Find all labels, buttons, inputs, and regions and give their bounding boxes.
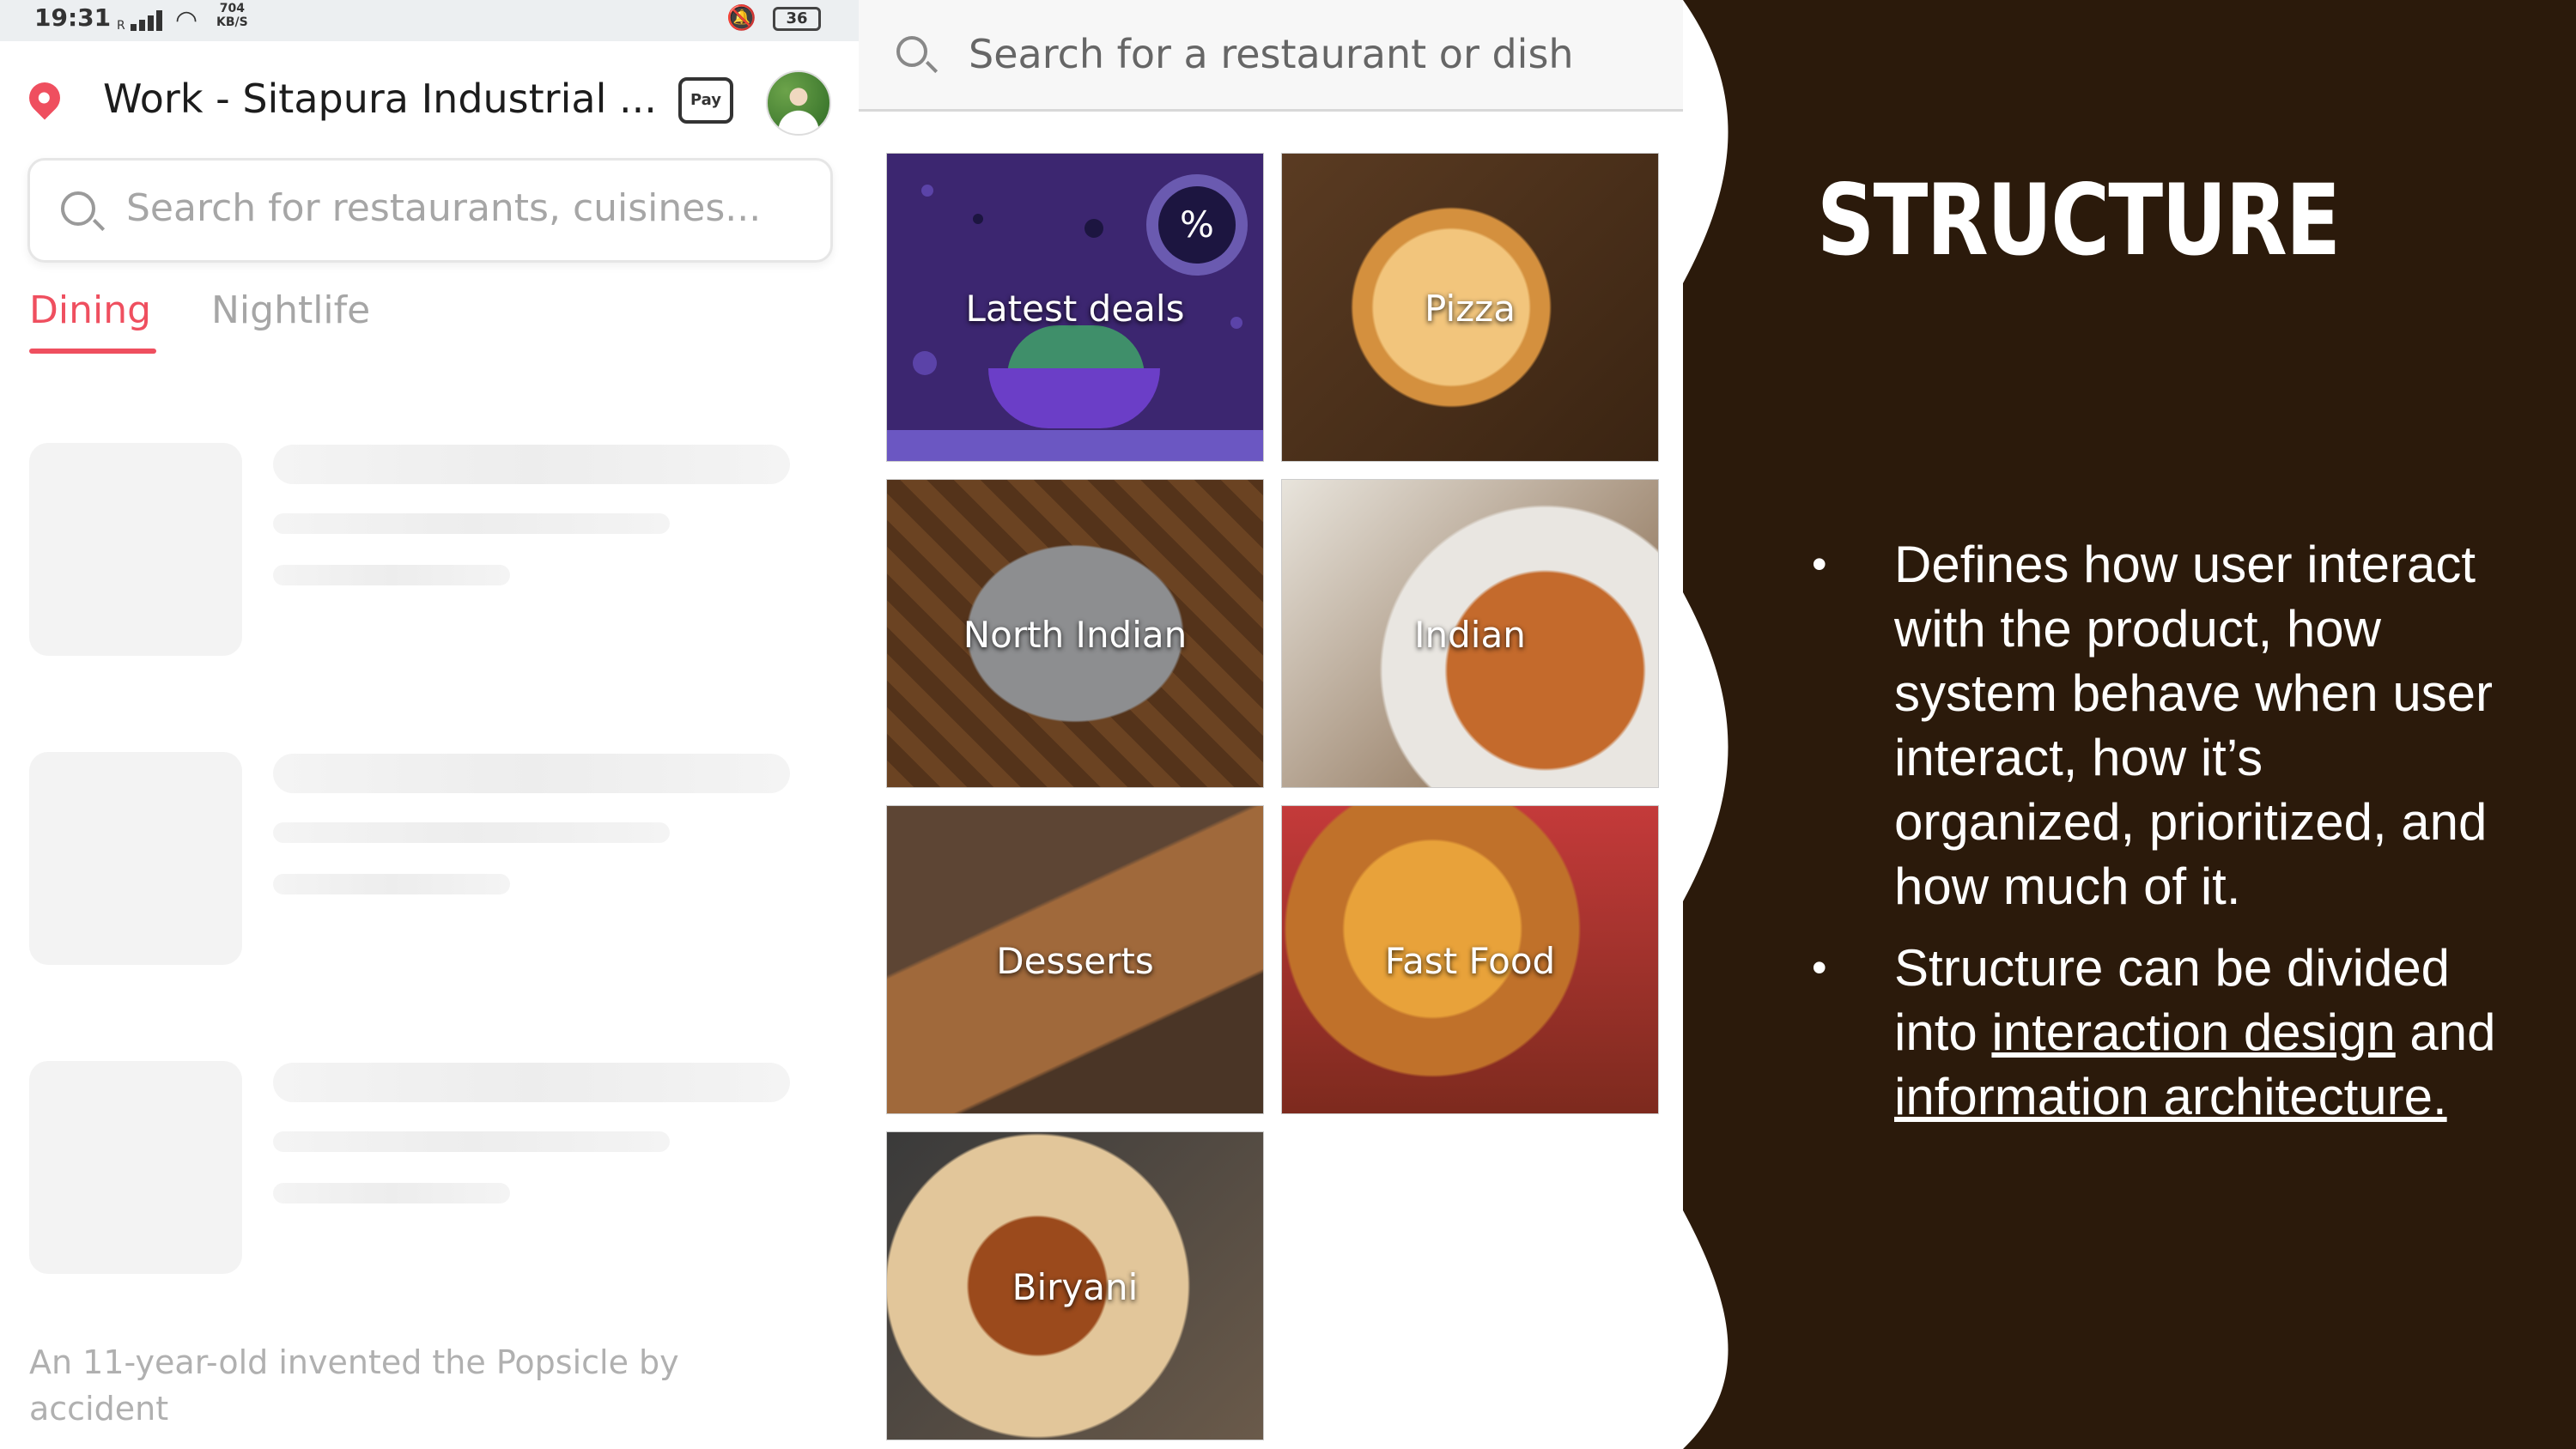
category-indian[interactable]: Indian — [1281, 479, 1659, 788]
skeleton-image — [29, 1061, 242, 1274]
category-label: Latest deals — [965, 288, 1185, 330]
skeleton-line — [273, 874, 510, 894]
search-icon — [896, 36, 927, 67]
skeleton-line — [273, 565, 510, 585]
status-bar: 19:31 R ◠ 704 KB/S 🔕 36 — [0, 0, 859, 41]
bullet-item: • Structure can be divided into interact… — [1812, 936, 2516, 1129]
tab-dining[interactable]: Dining — [29, 288, 151, 332]
skeleton-line — [273, 1183, 510, 1203]
discount-percent-icon: % — [1146, 174, 1248, 276]
skeleton-line — [273, 1063, 790, 1102]
slide-bullets: • Defines how user interact with the pro… — [1812, 532, 2516, 1146]
category-label: Biryani — [1012, 1266, 1139, 1308]
pay-icon[interactable]: Pay — [678, 77, 733, 124]
dish-search-input[interactable]: Search for a restaurant or dish — [859, 0, 1683, 112]
skeleton-line — [273, 822, 670, 843]
search-placeholder: Search for restaurants, cuisines... — [126, 186, 762, 230]
category-pizza[interactable]: Pizza — [1281, 153, 1659, 462]
bullet-item: • Defines how user interact with the pro… — [1812, 532, 2516, 919]
wifi-icon: ◠ — [175, 5, 198, 35]
category-label: Desserts — [996, 940, 1154, 982]
status-time: 19:31 — [34, 3, 112, 32]
tile-footer-strip — [887, 430, 1263, 461]
mute-icon: 🔕 — [726, 3, 756, 32]
category-north-indian[interactable]: North Indian — [886, 479, 1264, 788]
location-pin-icon — [22, 76, 67, 120]
slide-title: STRUCTURE — [1817, 163, 2341, 277]
wavy-edge — [1683, 0, 1728, 1449]
category-desserts[interactable]: Desserts — [886, 805, 1264, 1114]
bullet-text: and — [2409, 1003, 2496, 1061]
interaction-design-link[interactable]: interaction design — [1991, 1003, 2395, 1061]
avatar[interactable] — [766, 70, 831, 136]
skeleton-line — [273, 445, 790, 484]
category-biryani[interactable]: Biryani — [886, 1131, 1264, 1440]
mobile-app-screen: 19:31 R ◠ 704 KB/S 🔕 36 Work - Sitapura I… — [0, 0, 859, 1449]
search-icon — [61, 191, 95, 226]
bowl-illustration — [988, 368, 1160, 428]
skeleton-image — [29, 752, 242, 965]
skeleton-line — [273, 513, 670, 534]
battery-icon: 36 — [773, 7, 821, 31]
category-label: North Indian — [963, 614, 1188, 656]
network-speed: 704 KB/S — [216, 2, 248, 29]
bullet-point: • — [1812, 943, 1827, 991]
location-selector[interactable]: Work - Sitapura Industrial ... — [103, 76, 657, 122]
search-placeholder: Search for a restaurant or dish — [969, 31, 1574, 77]
active-tab-indicator — [29, 349, 156, 354]
skeleton-line — [273, 1131, 670, 1152]
category-fast-food[interactable]: Fast Food — [1281, 805, 1659, 1114]
slide-panel: STRUCTURE • Defines how user interact wi… — [1683, 0, 2576, 1449]
signal-icon: R — [117, 7, 168, 33]
category-label: Fast Food — [1384, 940, 1556, 982]
category-grid-screen: Search for a restaurant or dish % Latest… — [859, 0, 1683, 1449]
bullet-point: • — [1812, 540, 1827, 588]
information-architecture-link[interactable]: information architecture. — [1894, 1068, 2447, 1125]
category-latest-deals[interactable]: % Latest deals — [886, 153, 1264, 462]
skeleton-image — [29, 443, 242, 656]
bullet-text: Defines how user interact with the produ… — [1894, 536, 2494, 915]
category-label: Indian — [1414, 614, 1526, 656]
search-input[interactable]: Search for restaurants, cuisines... — [27, 158, 833, 263]
tab-nightlife[interactable]: Nightlife — [211, 288, 370, 332]
loading-fact: An 11-year-old invented the Popsicle by … — [29, 1343, 679, 1428]
skeleton-line — [273, 754, 790, 793]
category-label: Pizza — [1425, 288, 1516, 330]
